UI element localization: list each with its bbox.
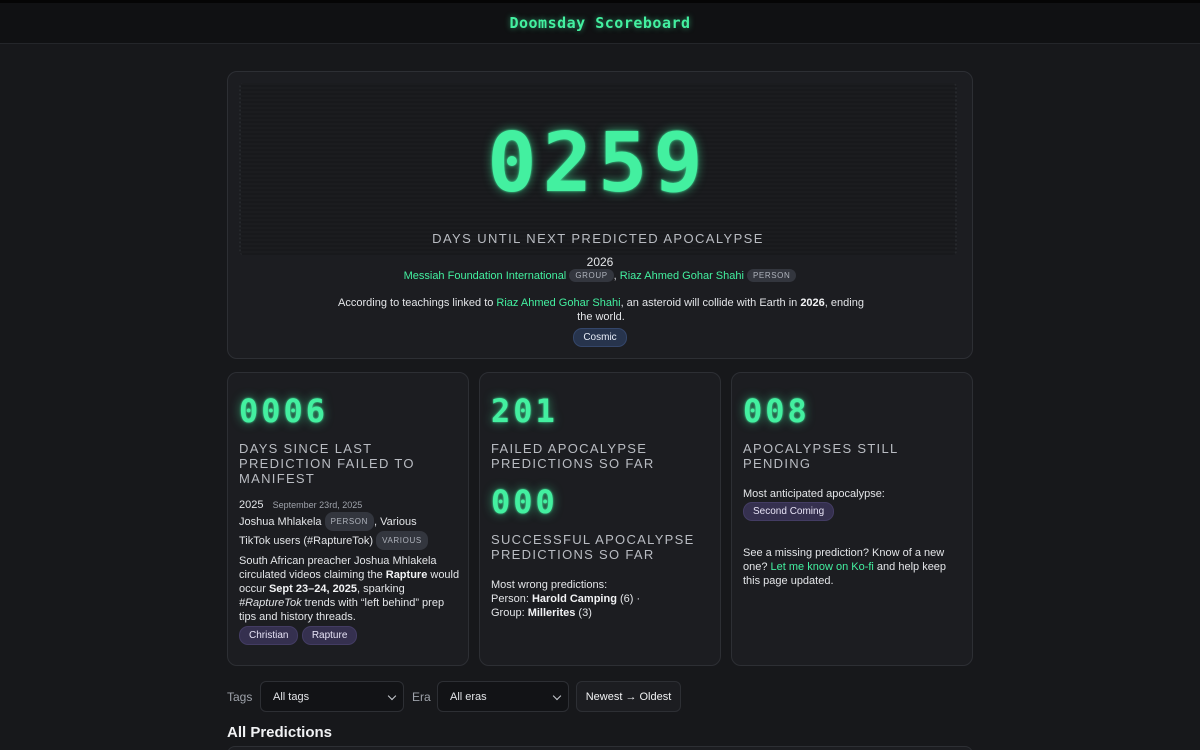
predictor-inline-link[interactable]: Riaz Ahmed Gohar Shahi xyxy=(496,297,620,309)
desc-text: , sparking xyxy=(357,583,405,595)
successful-label: SUCCESSFUL APOCALYPSE PREDICTIONS SO FAR xyxy=(491,532,695,562)
tags-select[interactable]: All tags xyxy=(260,681,404,712)
tag-row: Christian Rapture xyxy=(239,626,358,645)
desc-bold: Sept 23–24, 2025 xyxy=(268,583,358,595)
days-until-label: DAYS UNTIL NEXT PREDICTED APOCALYPSE xyxy=(432,231,764,246)
era-filter-label: Era xyxy=(412,690,431,704)
predictor-name: TikTok users (#RaptureTok) xyxy=(239,535,374,547)
type-badge: GROUP xyxy=(569,269,614,282)
type-badge: PERSON xyxy=(324,512,375,531)
predictor-name: Joshua Mhlakela xyxy=(239,516,322,528)
desc-bold: Rapture xyxy=(385,569,428,581)
desc-italic: #RaptureTok xyxy=(239,597,302,609)
successful-counter: 000 xyxy=(491,483,558,521)
anticipated-title: Most anticipated apocalypse: xyxy=(743,488,885,500)
last-prediction-description: South African preacher Joshua Mhlakela c… xyxy=(239,554,461,624)
pending-counter: 008 xyxy=(743,392,810,430)
since-last-card: 0006 DAYS SINCE LAST PREDICTION FAILED T… xyxy=(227,372,469,666)
tag-cosmic[interactable]: Cosmic xyxy=(573,328,627,347)
last-predictors: Joshua Mhlakela PERSON, Various TikTok us… xyxy=(239,512,461,550)
predictions-list xyxy=(227,746,973,750)
tags-select-value: All tags xyxy=(273,691,310,703)
chevron-down-icon xyxy=(387,691,397,701)
year-text: 2025 xyxy=(239,499,264,511)
pending-card: 008 APOCALYPSES STILL PENDING Most antic… xyxy=(731,372,973,666)
days-until-counter: 0259 xyxy=(487,116,709,211)
group-label: Group: xyxy=(491,607,528,619)
predictor-link-group[interactable]: Messiah Foundation International xyxy=(404,270,567,282)
predictor-list: Messiah Foundation International GROUP, … xyxy=(228,269,972,282)
type-badge: VARIOUS xyxy=(376,531,428,550)
tag-rapture[interactable]: Rapture xyxy=(301,626,358,645)
ko-fi-link[interactable]: Let me know on Ko-fi xyxy=(771,561,874,573)
failed-predictions-card: 201 FAILED APOCALYPSE PREDICTIONS SO FAR… xyxy=(479,372,721,666)
chevron-down-icon xyxy=(552,691,562,701)
person-count: (6) · xyxy=(616,593,641,605)
site-title: Doomsday Scoreboard xyxy=(509,14,691,32)
all-predictions-heading: All Predictions xyxy=(227,724,333,741)
ko-fi-cta: See a missing prediction? Know of a new … xyxy=(743,546,965,588)
most-wrong-title: Most wrong predictions: xyxy=(491,579,608,591)
tag-row: Second Coming xyxy=(743,502,835,521)
sort-order-button[interactable]: Newest → Oldest xyxy=(576,681,681,712)
tag-second-coming[interactable]: Second Coming xyxy=(743,502,835,521)
filter-bar: Tags All tags Era All eras Newest → Olde… xyxy=(227,681,687,713)
last-prediction-date: 2025 September 23rd, 2025 xyxy=(239,498,461,512)
date-text: September 23rd, 2025 xyxy=(272,500,363,510)
desc-bold: 2026 xyxy=(800,297,825,309)
desc-text: , an asteroid will collide with Earth in xyxy=(620,297,801,309)
days-since-label: DAYS SINCE LAST PREDICTION FAILED TO MAN… xyxy=(239,441,415,486)
era-select-value: All eras xyxy=(450,691,487,703)
tags-filter-label: Tags xyxy=(227,690,253,704)
desc-text: According to teachings linked to xyxy=(338,297,497,309)
header-bar: Doomsday Scoreboard xyxy=(0,0,1200,44)
predictor-link-person[interactable]: Riaz Ahmed Gohar Shahi xyxy=(620,270,744,282)
tag-christian[interactable]: Christian xyxy=(239,626,299,645)
tag-row: Cosmic xyxy=(228,328,972,347)
next-apocalypse-card: 0259 DAYS UNTIL NEXT PREDICTED APOCALYPS… xyxy=(227,71,973,359)
pending-label: APOCALYPSES STILL PENDING xyxy=(743,441,899,471)
days-since-counter: 0006 xyxy=(239,392,329,430)
person-label: Person: xyxy=(491,593,532,605)
person-name: Harold Camping xyxy=(531,593,617,605)
era-select[interactable]: All eras xyxy=(437,681,569,712)
type-badge: PERSON xyxy=(747,269,797,282)
prediction-year: 2026 xyxy=(586,255,614,269)
group-count: (3) xyxy=(575,607,592,619)
failed-counter: 201 xyxy=(491,392,558,430)
failed-label: FAILED APOCALYPSE PREDICTIONS SO FAR xyxy=(491,441,655,471)
separator: , xyxy=(613,270,617,282)
group-name: Millerites xyxy=(527,607,576,619)
prediction-description: According to teachings linked to Riaz Ah… xyxy=(338,296,864,324)
countdown-display: 0259 DAYS UNTIL NEXT PREDICTED APOCALYPS… xyxy=(239,83,957,255)
most-wrong-predictions: Most wrong predictions: Person: Harold C… xyxy=(491,578,713,620)
predictor-sep: , Various xyxy=(374,516,417,528)
